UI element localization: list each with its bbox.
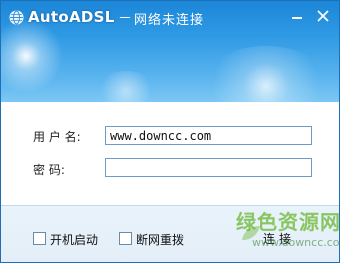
- app-globe-icon: [9, 10, 24, 25]
- footer-bar: 开机启动 断网重拨 连接: [1, 205, 339, 262]
- autostart-label: 开机启动: [50, 233, 99, 247]
- autostart-checkbox-box[interactable]: [33, 232, 46, 245]
- username-input[interactable]: [105, 126, 312, 145]
- password-input[interactable]: [105, 158, 312, 177]
- header-glow-right: [201, 46, 331, 102]
- close-icon[interactable]: [314, 8, 332, 24]
- redial-label: 断网重拨: [136, 233, 185, 247]
- login-form: 用 户 名: 密 码:: [1, 102, 339, 205]
- minimize-icon[interactable]: [288, 8, 306, 24]
- redial-checkbox-box[interactable]: [119, 232, 132, 245]
- connection-status: 网络未连接: [134, 13, 205, 28]
- autostart-checkbox[interactable]: 开机启动: [33, 232, 101, 248]
- redial-checkbox[interactable]: 断网重拨: [119, 232, 191, 248]
- header-glow-center: [96, 71, 156, 102]
- password-label: 密 码:: [33, 163, 65, 177]
- connect-button[interactable]: 连接: [253, 228, 305, 250]
- title-separator: －: [118, 11, 132, 27]
- title-header: AutoADSL － 网络未连接: [1, 1, 339, 102]
- header-glow-left: [1, 21, 71, 91]
- username-label: 用 户 名:: [33, 130, 81, 144]
- app-title: AutoADSL: [28, 8, 115, 26]
- app-window: AutoADSL － 网络未连接 用 户 名: 密 码: 开机启动 断网重拨 连…: [0, 0, 340, 263]
